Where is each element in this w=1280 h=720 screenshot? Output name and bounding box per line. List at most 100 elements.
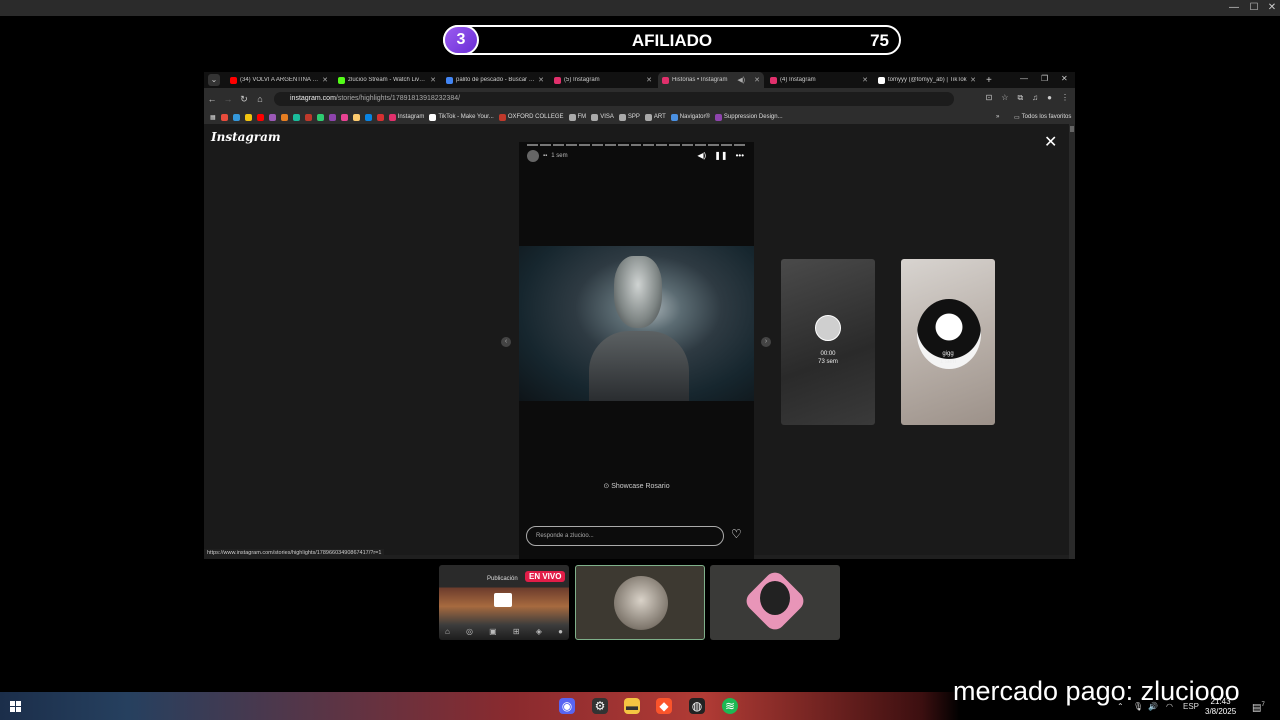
thumb-name: gigg (942, 351, 954, 357)
tab-google[interactable]: palito de pescado - Buscar con ✕ (442, 72, 548, 88)
obs-icon[interactable]: ◍ (689, 698, 705, 714)
more-icon[interactable]: ••• (736, 151, 744, 160)
bookmark-icon[interactable] (280, 113, 288, 121)
bookmark-icon[interactable] (232, 113, 240, 121)
windows-start-icon[interactable] (10, 701, 21, 712)
scrollbar-thumb[interactable] (1070, 126, 1074, 132)
tab-kick[interactable]: zlucioo Stream - Watch Live on ✕ (334, 72, 440, 88)
media-icon[interactable]: ♫ (1032, 93, 1038, 103)
new-tab-icon[interactable]: + (986, 75, 992, 86)
tab-close-icon[interactable]: ✕ (322, 76, 328, 84)
notifications-icon[interactable]: ▤7 (1252, 702, 1265, 713)
bookmark-icon[interactable] (316, 113, 324, 121)
story-viewer[interactable]: ▪▪ 1 sem ◀) ❚❚ ••• ⊙ Showcase Rosario Re… (519, 142, 754, 559)
bookmark-visa[interactable]: VISA (591, 113, 614, 121)
language-indicator[interactable]: ESP (1183, 702, 1199, 711)
reply-input[interactable]: Responde a zlucioo... (526, 526, 724, 546)
instagram-icon (388, 113, 396, 121)
bookmark-suppression[interactable]: Suppression Design... (714, 113, 783, 121)
tab-tiktok[interactable]: tomyyy (@tomyy_ab) | TikTok ✕ (874, 72, 980, 88)
forward-icon[interactable]: → (220, 94, 236, 104)
scrollbar[interactable] (1069, 124, 1075, 559)
volume-icon[interactable]: ◀) (697, 151, 706, 160)
tab-search-icon[interactable]: ⌄ (208, 74, 220, 86)
close-icon[interactable]: ✕ (1262, 1, 1280, 15)
extensions-icon[interactable]: ⧉ (1017, 93, 1023, 103)
affiliate-banner: 3 AFILIADO 75 (443, 25, 901, 55)
bookmark-icon[interactable] (328, 113, 336, 121)
bookmark-icon[interactable] (244, 113, 252, 121)
more-bookmarks-icon[interactable]: » (996, 114, 999, 120)
tab-instagram-4[interactable]: (4) Instagram ✕ (766, 72, 872, 88)
tab-historias[interactable]: Historias • Instagram ◀) ✕ (658, 72, 764, 88)
profile-icon[interactable]: ● (1047, 93, 1052, 103)
back-icon[interactable]: ← (204, 94, 220, 104)
tab-close-icon[interactable]: ✕ (754, 76, 760, 84)
bookmark-icon[interactable] (340, 113, 348, 121)
bookmark-icon[interactable] (376, 113, 384, 121)
globe-icon (568, 113, 576, 121)
bookmark-navigator[interactable]: Navigator® (670, 113, 710, 121)
tab-close-icon[interactable]: ✕ (646, 76, 652, 84)
heart-icon[interactable]: ♡ (731, 527, 742, 541)
tab-close-icon[interactable]: ✕ (430, 76, 436, 84)
menu-icon[interactable]: ⋮ (1061, 93, 1069, 103)
minimize-icon[interactable]: — (1020, 74, 1028, 83)
tray-chevron-icon[interactable]: ⌃ (1117, 702, 1124, 711)
location-tag[interactable]: ⊙ Showcase Rosario (519, 482, 754, 490)
tab-close-icon[interactable]: ✕ (538, 76, 544, 84)
all-bookmarks[interactable]: ▭ Todos los favoritos (1014, 114, 1071, 121)
tab-youtube[interactable]: (34) VOLVÍ A ARGENTINA - You ✕ (226, 72, 332, 88)
tab-close-icon[interactable]: ✕ (862, 76, 868, 84)
clock[interactable]: 21:43 3/8/2025 (1205, 697, 1236, 717)
next-story-thumb[interactable]: gigg 1 sem (901, 259, 995, 425)
close-story-icon[interactable]: ✕ (1044, 132, 1057, 152)
bookmark-icon[interactable] (292, 113, 300, 121)
bookmark-icon[interactable] (304, 113, 312, 121)
next-story-icon[interactable]: › (761, 337, 771, 347)
bookmark-icon[interactable] (364, 113, 372, 121)
restore-icon[interactable]: ❐ (1041, 74, 1048, 83)
instagram-logo[interactable]: Instagram (211, 130, 281, 144)
steam-icon[interactable]: ⚙ (592, 698, 608, 714)
prev-story-icon[interactable]: ‹ (501, 337, 511, 347)
maximize-icon[interactable]: ☐ (1244, 1, 1264, 15)
bookmark-tiktok[interactable]: TikTok - Make Your... (429, 113, 494, 121)
close-icon[interactable]: ✕ (1061, 74, 1068, 83)
stream-cam-feed: Publicación EN VIVO ⌂ ◎ ▣ ⊞ ◈ ● (439, 565, 569, 640)
reload-icon[interactable]: ↻ (236, 94, 252, 105)
apps-icon[interactable]: ▦ (210, 114, 216, 121)
speaker-icon[interactable]: ◀) (737, 76, 745, 84)
bookmark-oxford[interactable]: OXFORD COLLEGE (498, 113, 564, 121)
shop-icon: ◈ (535, 627, 542, 636)
discord-icon[interactable]: ◉ (559, 698, 575, 714)
globe-icon (618, 113, 626, 121)
avatar (815, 315, 841, 341)
volume-icon[interactable]: 🔊 (1148, 702, 1158, 711)
bookmark-icon[interactable] (220, 113, 228, 121)
tab-instagram-5[interactable]: (5) Instagram ✕ (550, 72, 656, 88)
status-url: https://www.instagram.com/stories/highli… (204, 549, 385, 559)
bookmark-icon[interactable] (256, 113, 264, 121)
story-author[interactable]: ▪▪ 1 sem (527, 150, 568, 162)
bookmark-icon[interactable] (268, 113, 276, 121)
bookmark-instagram[interactable]: Instagram (388, 113, 424, 121)
tab-close-icon[interactable]: ✕ (970, 76, 976, 84)
microphone-icon[interactable]: 🎙 (1133, 702, 1143, 711)
bookmark-spp[interactable]: SPP (618, 113, 640, 121)
wifi-icon[interactable]: ◠ (1166, 702, 1173, 711)
brave-icon[interactable]: ◆ (656, 698, 672, 714)
bookmark-fm[interactable]: FM (568, 113, 586, 121)
home-icon[interactable]: ⌂ (252, 94, 268, 104)
avatar[interactable] (527, 150, 539, 162)
spotify-icon[interactable]: ≋ (722, 698, 738, 714)
pause-icon[interactable]: ❚❚ (714, 151, 727, 160)
next-story-thumb[interactable]: 00:00 73 sem (781, 259, 875, 425)
url-field[interactable]: instagram.com/stories/highlights/1789181… (274, 92, 954, 106)
bookmark-star-icon[interactable]: ☆ (1001, 93, 1008, 103)
bookmark-art[interactable]: ART (644, 113, 666, 121)
minimize-icon[interactable]: — (1224, 1, 1244, 15)
folder-icon[interactable]: ▬ (624, 698, 640, 714)
bookmark-icon[interactable] (352, 113, 360, 121)
install-icon[interactable]: ⊡ (986, 93, 993, 103)
